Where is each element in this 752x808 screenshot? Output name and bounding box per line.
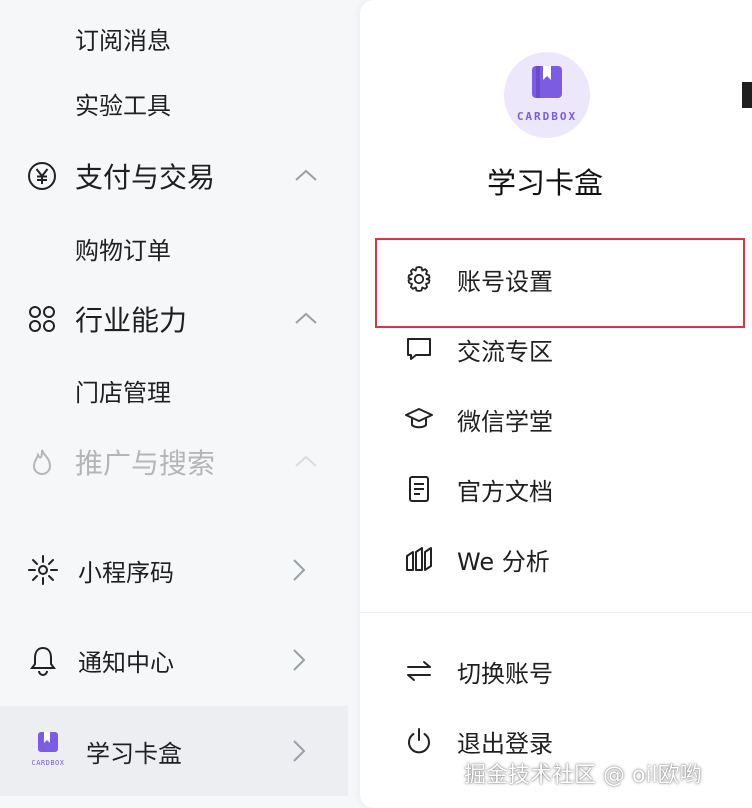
menu-item-we-analytics[interactable]: We 分析 [360, 529, 750, 589]
chat-bubble-icon [404, 334, 434, 364]
cardbox-logo-text: CARDBOX [31, 759, 65, 767]
bell-icon [26, 643, 60, 677]
sidebar: 订阅消息 实验工具 支付与交易 购物订单 行业能力 门店管理 推广与搜索 小程序… [0, 0, 350, 808]
sidebar-item-shopping-orders[interactable]: 购物订单 [0, 226, 350, 270]
menu-item-label: 退出登录 [457, 729, 553, 758]
menu-item-label: We 分析 [457, 547, 550, 576]
mini-program-code-icon [26, 553, 60, 587]
menu-item-wechat-academy[interactable]: 微信学堂 [360, 389, 750, 449]
menu-item-label: 账号设置 [457, 267, 553, 296]
sidebar-item-lab-tools[interactable]: 实验工具 [0, 81, 350, 125]
chevron-up-icon [292, 448, 320, 476]
menu-item-official-docs[interactable]: 官方文档 [360, 459, 750, 519]
sidebar-item-label: 实验工具 [75, 91, 171, 120]
sidebar-group-label: 行业能力 [75, 304, 188, 337]
menu-item-label: 官方文档 [457, 477, 553, 506]
sidebar-item-label: 购物订单 [75, 236, 171, 265]
sidebar-item-subscription-messages[interactable]: 订阅消息 [0, 16, 350, 60]
yuan-icon [26, 160, 58, 192]
sidebar-group-industry[interactable]: 行业能力 [0, 291, 350, 347]
sidebar-item-notifications[interactable]: 通知中心 [0, 628, 350, 692]
sidebar-item-account[interactable]: CARDBOX 学习卡盒 [0, 706, 348, 796]
sidebar-group-label: 推广与搜索 [75, 447, 216, 480]
gear-icon [404, 264, 434, 294]
sidebar-item-label: 通知中心 [78, 648, 174, 677]
chevron-right-icon [286, 556, 310, 584]
watermark: 掘金技术社区 @ oil欧哟 [464, 763, 702, 788]
account-dropdown-panel: CARDBOX 学习卡盒 账号设置 交流专区 微信学堂 官方文档 We 分析 切… [360, 0, 752, 808]
menu-item-community[interactable]: 交流专区 [360, 319, 750, 379]
sidebar-item-store-management[interactable]: 门店管理 [0, 368, 350, 412]
power-icon [404, 726, 434, 756]
chevron-right-icon [286, 737, 310, 765]
sidebar-group-payments[interactable]: 支付与交易 [0, 148, 350, 204]
chevron-up-icon [292, 305, 320, 333]
sidebar-group-promotion[interactable]: 推广与搜索 [0, 434, 350, 490]
sidebar-item-label: 订阅消息 [75, 26, 171, 55]
sidebar-item-mini-program-code[interactable]: 小程序码 [0, 538, 350, 602]
cardbox-logo-icon: CARDBOX [30, 729, 66, 773]
account-avatar[interactable]: CARDBOX [504, 52, 590, 138]
page-content-edge [742, 82, 752, 108]
sidebar-item-label: 门店管理 [75, 378, 171, 407]
menu-item-account-settings[interactable]: 账号设置 [360, 249, 750, 309]
menu-item-switch-account[interactable]: 切换账号 [360, 641, 750, 701]
account-name: 学习卡盒 [486, 166, 603, 200]
menu-item-label: 交流专区 [457, 337, 553, 366]
industry-nodes-icon [26, 303, 58, 335]
menu-item-label: 微信学堂 [457, 407, 553, 436]
flame-icon [26, 446, 58, 478]
menu-divider [360, 612, 752, 613]
chevron-right-icon [286, 646, 310, 674]
graduation-cap-icon [404, 404, 434, 434]
sidebar-item-label: 小程序码 [78, 558, 174, 587]
menu-item-label: 切换账号 [457, 659, 553, 688]
chevron-up-icon [292, 162, 320, 190]
sidebar-group-label: 支付与交易 [75, 161, 216, 194]
switch-arrows-icon [404, 656, 434, 686]
avatar-brand-text: CARDBOX [516, 110, 578, 123]
book-icon [528, 64, 566, 102]
analytics-icon [404, 544, 434, 574]
sidebar-item-label: 学习卡盒 [86, 739, 182, 768]
document-icon [404, 474, 434, 504]
